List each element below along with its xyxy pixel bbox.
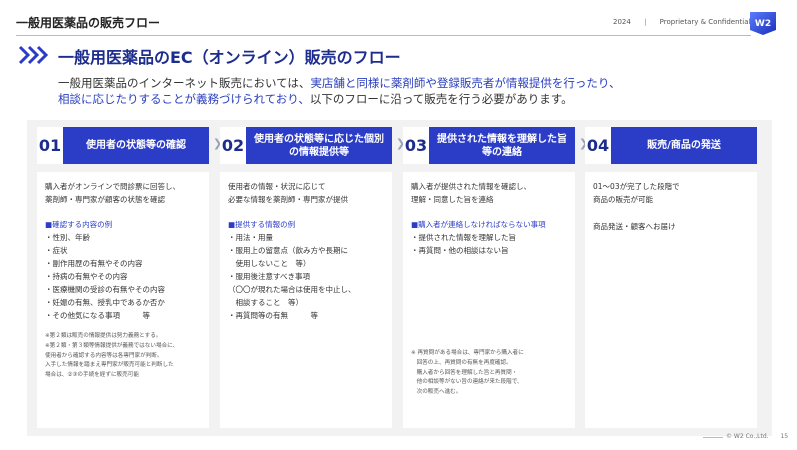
card-list-item: ・再質問等の有無 等	[228, 311, 318, 320]
page-title: 一般用医薬品の販売フロー	[16, 16, 161, 30]
card-list-item: ・用法・用量	[228, 233, 273, 242]
step-label: 使用者の状態等に応じた個別の情報提供等	[246, 127, 392, 164]
card-note: ※第２類・第３類等情報提供が義務ではない場合に、	[45, 342, 179, 349]
card-section-heading: ■確認する内容の例	[45, 220, 113, 229]
card-section-heading: ■購入者が連絡しなければならない事項	[411, 220, 546, 229]
card-text: 理解・同意した旨を連絡	[411, 195, 494, 204]
card-list-item: ・副作用歴の有無やその内容	[45, 259, 143, 268]
lead-text: 以下のフローに沿って販売を行う必要があります。	[309, 92, 573, 106]
step-label: 販売/商品の発送	[611, 127, 757, 164]
card-note: 場合は、②③の手続を経ずに販売可能	[45, 372, 139, 379]
step-number: 01	[37, 127, 63, 164]
footer-divider	[703, 437, 723, 438]
lead-highlight: 相談に応じたりすることが義務づけられており、	[58, 92, 310, 106]
card-list-item: ・医療機関の受診の有無やその内容	[45, 285, 165, 294]
step-number: 03	[403, 127, 429, 164]
step-label: 提供された情報を理解した旨等の連絡	[429, 127, 575, 164]
card-note: 次の販売へ進む。	[411, 389, 462, 396]
card-list-item: 商品発送・顧客へお届け	[593, 222, 676, 231]
card-note: ※第２類は販売の情報提供は努力義務とする。	[45, 333, 162, 339]
header-meta: 2024 | Proprietary & Confidential	[613, 18, 750, 26]
card-note: ※ 再質問がある場合は、専門家から購入者に	[411, 350, 524, 356]
card-list-item: 使用しないこと 等）	[228, 259, 311, 268]
card-note: 使用者から確認する内容等は各専門家が判断。	[45, 352, 163, 359]
card-list-item: ・服用後注意すべき事項	[228, 272, 310, 281]
step-header-1: 01 使用者の状態等の確認	[37, 127, 209, 164]
card-list-item: ・持病の有無やその内容	[45, 272, 128, 281]
step-header-3: 03 提供された情報を理解した旨等の連絡	[403, 127, 575, 164]
card-list-item: ・服用上の留意点（飲み方や長期に	[228, 246, 348, 255]
step-card-1: 購入者がオンラインで問診票に回答し、 薬剤師・専門家が顧客の状態を確認 ■確認する内…	[37, 172, 209, 428]
card-list-item: ・提供された情報を理解した旨	[411, 233, 516, 242]
step-header-4: 04 販売/商品の発送	[585, 127, 757, 164]
card-list-item: ・再質問・他の相談はない旨	[411, 246, 509, 255]
lead-paragraph: 一般用医薬品のインターネット販売においては、実店舗と同様に薬剤師や登録販売者が情…	[58, 75, 778, 107]
logo-text: W2	[755, 19, 771, 29]
card-text: 商品の販売が可能	[593, 195, 653, 204]
card-section-heading: ■提供する情報の例	[228, 220, 296, 229]
card-list-item: （〇〇が現れた場合は使用を中止し、	[228, 285, 356, 294]
card-list-item: 相談すること 等）	[228, 298, 303, 307]
card-list-item: ・症状	[45, 246, 68, 255]
card-note: 購入者から回答を理解した旨と再質問・	[411, 369, 518, 376]
card-list-item: ・妊娠の有無、授乳中であるか否か	[45, 298, 165, 307]
page-number: 15	[780, 433, 789, 440]
step-card-3: 購入者が提供された情報を確認し、 理解・同意した旨を連絡 ■購入者が連絡しなければな…	[403, 172, 575, 428]
card-text: 01〜03が完了した段階で	[593, 182, 680, 191]
confidential-label: Proprietary & Confidential	[659, 18, 751, 26]
top-bar: 一般用医薬品の販売フロー 2024 | Proprietary & Confid…	[0, 0, 797, 38]
copyright: © W2 Co.,Ltd.	[726, 433, 769, 440]
separator: |	[644, 18, 647, 26]
card-list-item: ・性別、年齢	[45, 233, 90, 242]
w2-logo: W2	[750, 12, 776, 35]
card-text: 購入者が提供された情報を確認し、	[411, 182, 531, 191]
card-list-item: ・その他気になる事項 等	[45, 311, 150, 320]
card-text: 薬剤師・専門家が顧客の状態を確認	[45, 195, 165, 204]
card-text: 購入者がオンラインで問診票に回答し、	[45, 182, 180, 191]
step-number: 04	[585, 127, 611, 164]
card-text: 使用者の情報・状況に応じて	[228, 182, 326, 191]
step-card-4: 01〜03が完了した段階で 商品の販売が可能商品発送・顧客へお届け	[585, 172, 757, 428]
lead-line-1: 一般用医薬品のインターネット販売においては、実店舗と同様に薬剤師や登録販売者が情…	[58, 75, 778, 91]
section-heading-row: 一般用医薬品のEC（オンライン）販売のフロー	[18, 44, 778, 67]
lead-highlight: 実店舗と同様に薬剤師や登録販売者が情報提供を行ったり、	[310, 76, 621, 90]
step-label: 使用者の状態等の確認	[63, 127, 209, 164]
step-card-2: 使用者の情報・状況に応じて必要な情報を薬剤師・専門家が提供 ■提供する情報の例 ・用…	[220, 172, 392, 428]
footer: © W2 Co.,Ltd. 15	[726, 433, 788, 440]
lead-text: 一般用医薬品のインターネット販売においては、	[58, 76, 311, 90]
double-chevron-icon	[18, 45, 48, 65]
card-note: 回答の上、再質問の有無を再度確認。	[411, 359, 512, 366]
header-divider	[16, 35, 751, 36]
year-label: 2024	[613, 18, 631, 26]
step-header-2: 02 使用者の状態等に応じた個別の情報提供等	[220, 127, 392, 164]
card-text: 必要な情報を薬剤師・専門家が提供	[228, 195, 348, 204]
card-note: 入手した情報を踏まえ専門家が販売可能と判断した	[45, 362, 174, 369]
step-number: 02	[220, 127, 246, 164]
card-note: 他の相談等がない旨の連絡が来た段階で、	[411, 379, 523, 386]
lead-line-2: 相談に応じたりすることが義務づけられており、以下のフローに沿って販売を行う必要が…	[58, 91, 778, 107]
section-heading: 一般用医薬品のEC（オンライン）販売のフロー	[58, 48, 401, 67]
